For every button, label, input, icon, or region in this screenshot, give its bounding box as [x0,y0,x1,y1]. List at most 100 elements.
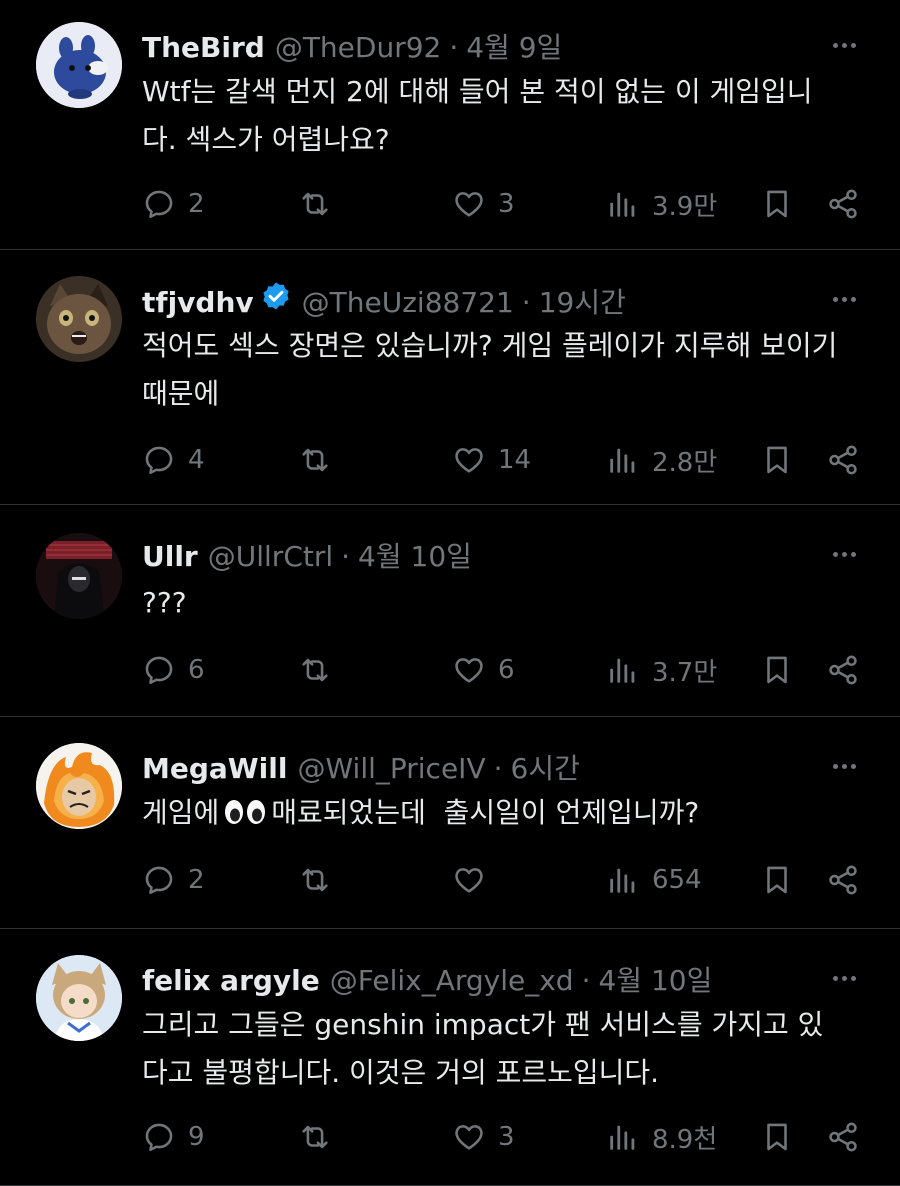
retweet-button[interactable] [298,1115,344,1159]
reply-icon [145,446,173,475]
display-name[interactable]: Ullr [142,540,198,573]
tweet[interactable]: felix argyle @Felix_Argyle_xd · 4월 10일 그… [0,929,900,1186]
bookmark-button[interactable] [760,1115,794,1159]
views-button[interactable]: 3.7만 [606,648,717,692]
reply-count: 2 [188,189,205,219]
like-button[interactable]: 3 [452,1115,515,1159]
retweet-button[interactable] [298,858,344,902]
hooded-figure-avatar [36,533,122,619]
like-count: 14 [498,445,532,475]
display-name[interactable]: felix argyle [142,964,320,997]
eyes-emoji-icon [225,800,266,824]
avatar[interactable] [36,276,122,362]
more-icon[interactable] [824,539,864,569]
more-icon[interactable] [824,284,864,314]
timestamp[interactable]: 4월 10일 [598,959,712,999]
user-handle[interactable]: @Felix_Argyle_xd [330,964,574,997]
share-button[interactable] [826,438,860,482]
view-count: 2.8만 [652,447,718,478]
retweet-button[interactable] [298,648,344,692]
reply-button[interactable]: 2 [142,182,205,226]
like-button[interactable]: 6 [452,648,515,692]
bookmark-icon [767,1123,787,1151]
like-button[interactable] [452,858,498,902]
reply-icon [145,1123,173,1152]
verified-badge-icon [262,282,289,310]
reply-button[interactable]: 2 [142,858,205,902]
tweet-text-before-emoji: 게임에 [142,796,220,829]
views-icon [610,868,635,893]
avatar[interactable] [36,533,122,619]
tweet[interactable]: TheBird @TheDur92 · 4월 9일 Wtf는 갈색 먼지 2에 … [0,0,900,250]
more-icon[interactable] [824,30,864,60]
separator: · [493,752,503,785]
user-handle[interactable]: @TheUzi88721 [302,286,514,319]
share-button[interactable] [826,182,860,226]
bookmark-button[interactable] [760,858,794,902]
display-name[interactable]: TheBird [142,31,265,64]
tweet[interactable]: Ullr @UllrCtrl · 4월 10일 ??? 6 6 3.7만 [0,505,900,717]
views-button[interactable]: 654 [606,858,702,902]
bookmark-button[interactable] [760,182,794,226]
tweet-text: ??? [142,586,187,619]
tweet-text: 적어도 섹스 장면은 있습니까? 게임 플레이가 지루해 보이기 때문에 [142,329,838,410]
tweet-text: 게임에 매료되었는데 출시일이 언제입니까? [142,789,860,837]
share-button[interactable] [826,1115,860,1159]
tweet-header: TheBird @TheDur92 · 4월 9일 [142,26,820,66]
action-bar: 2 654 [0,858,900,902]
view-count: 3.7만 [652,657,718,688]
reply-count: 9 [188,1122,205,1152]
tweet-header: felix argyle @Felix_Argyle_xd · 4월 10일 [142,959,820,999]
timestamp[interactable]: 4월 9일 [466,26,562,66]
display-name[interactable]: MegaWill [142,752,287,785]
views-button[interactable]: 8.9천 [606,1115,717,1159]
share-icon [829,865,857,895]
timestamp[interactable]: 19시간 [539,281,626,320]
user-handle[interactable]: @Will_PriceIV [297,752,485,785]
more-icon[interactable] [824,751,864,781]
timestamp[interactable]: 6시간 [511,747,580,787]
tweet[interactable]: tfjvdhv @TheUzi88721 · 19시간 적어도 섹스 장면은 있… [0,250,900,505]
bookmark-button[interactable] [760,648,794,692]
bookmark-button[interactable] [760,438,794,482]
reply-count: 6 [188,655,205,685]
separator: · [521,286,531,319]
reply-button[interactable]: 4 [142,438,205,482]
avatar[interactable] [36,955,122,1041]
reply-icon [145,866,173,895]
retweet-icon [302,868,328,892]
heart-icon [455,448,483,473]
share-icon [829,189,857,219]
like-button[interactable]: 14 [452,438,531,482]
tweet[interactable]: MegaWill @Will_PriceIV · 6시간 게임에 매료되었는데 출… [0,717,900,929]
avatar[interactable] [36,22,122,108]
reply-count: 4 [188,445,205,475]
display-name[interactable]: tfjvdhv [142,286,254,319]
avatar[interactable] [36,743,122,829]
reply-button[interactable]: 9 [142,1115,205,1159]
user-handle[interactable]: @UllrCtrl [208,540,333,573]
cat-avatar [36,276,122,362]
views-icon [610,1125,635,1150]
share-button[interactable] [826,858,860,902]
heart-icon [455,868,483,893]
bookmark-icon [767,866,787,894]
retweet-button[interactable] [298,438,344,482]
separator: · [581,964,591,997]
views-button[interactable]: 2.8만 [606,438,717,482]
heart-icon [455,658,483,683]
reply-button[interactable]: 6 [142,648,205,692]
views-icon [610,192,635,217]
anime-catgirl-avatar [36,955,122,1041]
retweet-button[interactable] [298,182,344,226]
views-button[interactable]: 3.9만 [606,182,717,226]
more-icon[interactable] [824,963,864,993]
like-button[interactable]: 3 [452,182,515,226]
bookmark-icon [767,656,787,684]
share-button[interactable] [826,648,860,692]
timestamp[interactable]: 4월 10일 [358,535,472,575]
user-handle[interactable]: @TheDur92 [275,31,442,64]
like-count: 6 [498,655,515,685]
like-count: 3 [498,189,515,219]
share-icon [829,655,857,685]
